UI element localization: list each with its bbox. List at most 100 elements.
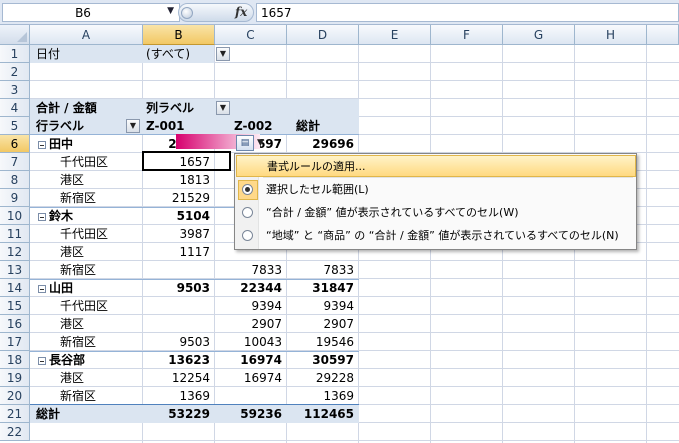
row-header[interactable]: 13 xyxy=(0,261,30,279)
menu-item-label: “合計 / 金額” 値が表示されているすべてのセル(W) xyxy=(266,206,519,219)
row-header[interactable]: 21 xyxy=(0,405,30,423)
row-headers: 1 2 3 4 5 6 7 8 9 10 11 12 13 14 15 16 1… xyxy=(0,45,30,441)
column-header-c[interactable]: C xyxy=(215,25,287,45)
row-header[interactable]: 22 xyxy=(0,423,30,441)
cell[interactable]: 13623 xyxy=(142,351,210,369)
row-header[interactable]: 5 xyxy=(0,117,30,135)
column-header-total: 総計 xyxy=(296,119,321,133)
row-header-selected[interactable]: 6 xyxy=(0,135,30,153)
cell[interactable]: 9503 xyxy=(142,333,210,351)
column-header-g[interactable]: G xyxy=(503,25,575,45)
column-header-h[interactable]: H xyxy=(575,25,647,45)
row-label-item: 新宿区 xyxy=(60,263,97,277)
menu-item-region-product-cells[interactable]: “地域” と “商品” の “合計 / 金額” 値が表示されているすべてのセル(… xyxy=(236,225,636,247)
column-header-d[interactable]: D xyxy=(287,25,359,45)
cell[interactable]: 30597 xyxy=(286,351,354,369)
filter-dropdown-icon[interactable]: ▼ xyxy=(216,47,230,61)
group-label: 山田 xyxy=(49,281,74,295)
cell[interactable]: 1813 xyxy=(142,171,210,189)
group-label: 長谷部 xyxy=(49,353,86,367)
formula-input[interactable]: 1657 xyxy=(256,3,679,22)
group-hasebe[interactable]: 長谷部 xyxy=(38,351,85,369)
cell[interactable]: 29696 xyxy=(286,135,354,153)
row-header[interactable]: 4 xyxy=(0,99,30,117)
row-header[interactable]: 18 xyxy=(0,351,30,369)
group-yamada[interactable]: 山田 xyxy=(38,279,73,297)
expand-handle-icon[interactable] xyxy=(181,7,193,19)
menu-item-selected-range[interactable]: 選択したセル範囲(L) xyxy=(236,179,636,201)
column-header-f[interactable]: F xyxy=(431,25,503,45)
cell[interactable]: 112465 xyxy=(286,405,354,423)
cell[interactable]: 29228 xyxy=(286,369,354,387)
cell[interactable]: 5104 xyxy=(142,207,210,225)
row-header[interactable]: 12 xyxy=(0,243,30,261)
row-header[interactable]: 2 xyxy=(0,63,30,81)
cell[interactable]: 9394 xyxy=(286,297,354,315)
insert-function-icon[interactable]: fx xyxy=(235,5,247,19)
cell[interactable]: 12254 xyxy=(142,369,210,387)
row-header[interactable]: 11 xyxy=(0,225,30,243)
chevron-down-icon[interactable]: ▼ xyxy=(257,135,264,151)
cell[interactable]: 21529 xyxy=(142,189,210,207)
row-header[interactable]: 9 xyxy=(0,189,30,207)
row-header[interactable]: 10 xyxy=(0,207,30,225)
cell[interactable]: 7833 xyxy=(214,261,282,279)
row-header[interactable]: 16 xyxy=(0,315,30,333)
row-label-item: 港区 xyxy=(60,371,85,385)
cell[interactable]: 53229 xyxy=(142,405,210,423)
menu-item-label: 書式ルールの適用... xyxy=(267,160,366,173)
row-filter-icon[interactable]: ▼ xyxy=(126,119,140,133)
row-label-item: 港区 xyxy=(60,173,85,187)
cell[interactable]: 19546 xyxy=(286,333,354,351)
cell[interactable]: 59236 xyxy=(214,405,282,423)
column-filter-icon[interactable]: ▼ xyxy=(216,101,230,115)
column-header-e[interactable]: E xyxy=(359,25,431,45)
radio-checked-icon[interactable] xyxy=(242,184,253,195)
row-label: 行ラベル xyxy=(36,119,85,133)
cell[interactable]: 3987 xyxy=(142,225,210,243)
group-tanaka[interactable]: 田中 xyxy=(38,135,73,153)
cell[interactable]: 2907 xyxy=(286,315,354,333)
cell[interactable]: 31847 xyxy=(286,279,354,297)
row-header[interactable]: 19 xyxy=(0,369,30,387)
row-header[interactable]: 1 xyxy=(0,45,30,63)
row-label-item: 港区 xyxy=(60,245,85,259)
cell[interactable]: 9394 xyxy=(214,297,282,315)
radio-icon[interactable] xyxy=(242,230,253,241)
cell[interactable]: 22344 xyxy=(214,279,282,297)
formatting-options-button[interactable]: ▤ xyxy=(236,135,254,151)
cell[interactable]: 10043 xyxy=(214,333,282,351)
column-header-z002: Z-002 xyxy=(234,119,273,133)
chevron-down-icon[interactable]: ▼ xyxy=(167,6,174,16)
cell[interactable]: 1117 xyxy=(142,243,210,261)
collapse-icon[interactable] xyxy=(38,141,46,149)
row-header[interactable]: 3 xyxy=(0,81,30,99)
cell[interactable]: 1369 xyxy=(142,387,210,405)
row-header[interactable]: 8 xyxy=(0,171,30,189)
collapse-icon[interactable] xyxy=(38,213,46,221)
row-header[interactable]: 15 xyxy=(0,297,30,315)
menu-item-all-value-cells[interactable]: “合計 / 金額” 値が表示されているすべてのセル(W) xyxy=(236,202,636,224)
cell[interactable]: 16974 xyxy=(214,351,282,369)
column-header-a[interactable]: A xyxy=(30,25,143,45)
collapse-icon[interactable] xyxy=(38,357,46,365)
row-header[interactable]: 7 xyxy=(0,153,30,171)
row-header[interactable]: 14 xyxy=(0,279,30,297)
group-suzuki[interactable]: 鈴木 xyxy=(38,207,73,225)
column-header-b[interactable]: B xyxy=(143,25,215,45)
menu-item-apply-rule[interactable]: 書式ルールの適用... xyxy=(236,155,636,177)
name-box[interactable]: B6 ▼ xyxy=(2,3,180,22)
select-all-button[interactable] xyxy=(0,25,30,45)
row-header[interactable]: 17 xyxy=(0,333,30,351)
select-all-icon xyxy=(17,32,27,42)
row-header[interactable]: 20 xyxy=(0,387,30,405)
collapse-icon[interactable] xyxy=(38,285,46,293)
cell[interactable]: 9503 xyxy=(142,279,210,297)
grand-total-label: 総計 xyxy=(36,407,61,421)
cell[interactable]: 1369 xyxy=(286,387,354,405)
radio-icon[interactable] xyxy=(242,207,253,218)
cell[interactable]: 2907 xyxy=(214,315,282,333)
column-header-i[interactable] xyxy=(647,25,679,45)
cell[interactable]: 7833 xyxy=(286,261,354,279)
cell[interactable]: 16974 xyxy=(214,369,282,387)
